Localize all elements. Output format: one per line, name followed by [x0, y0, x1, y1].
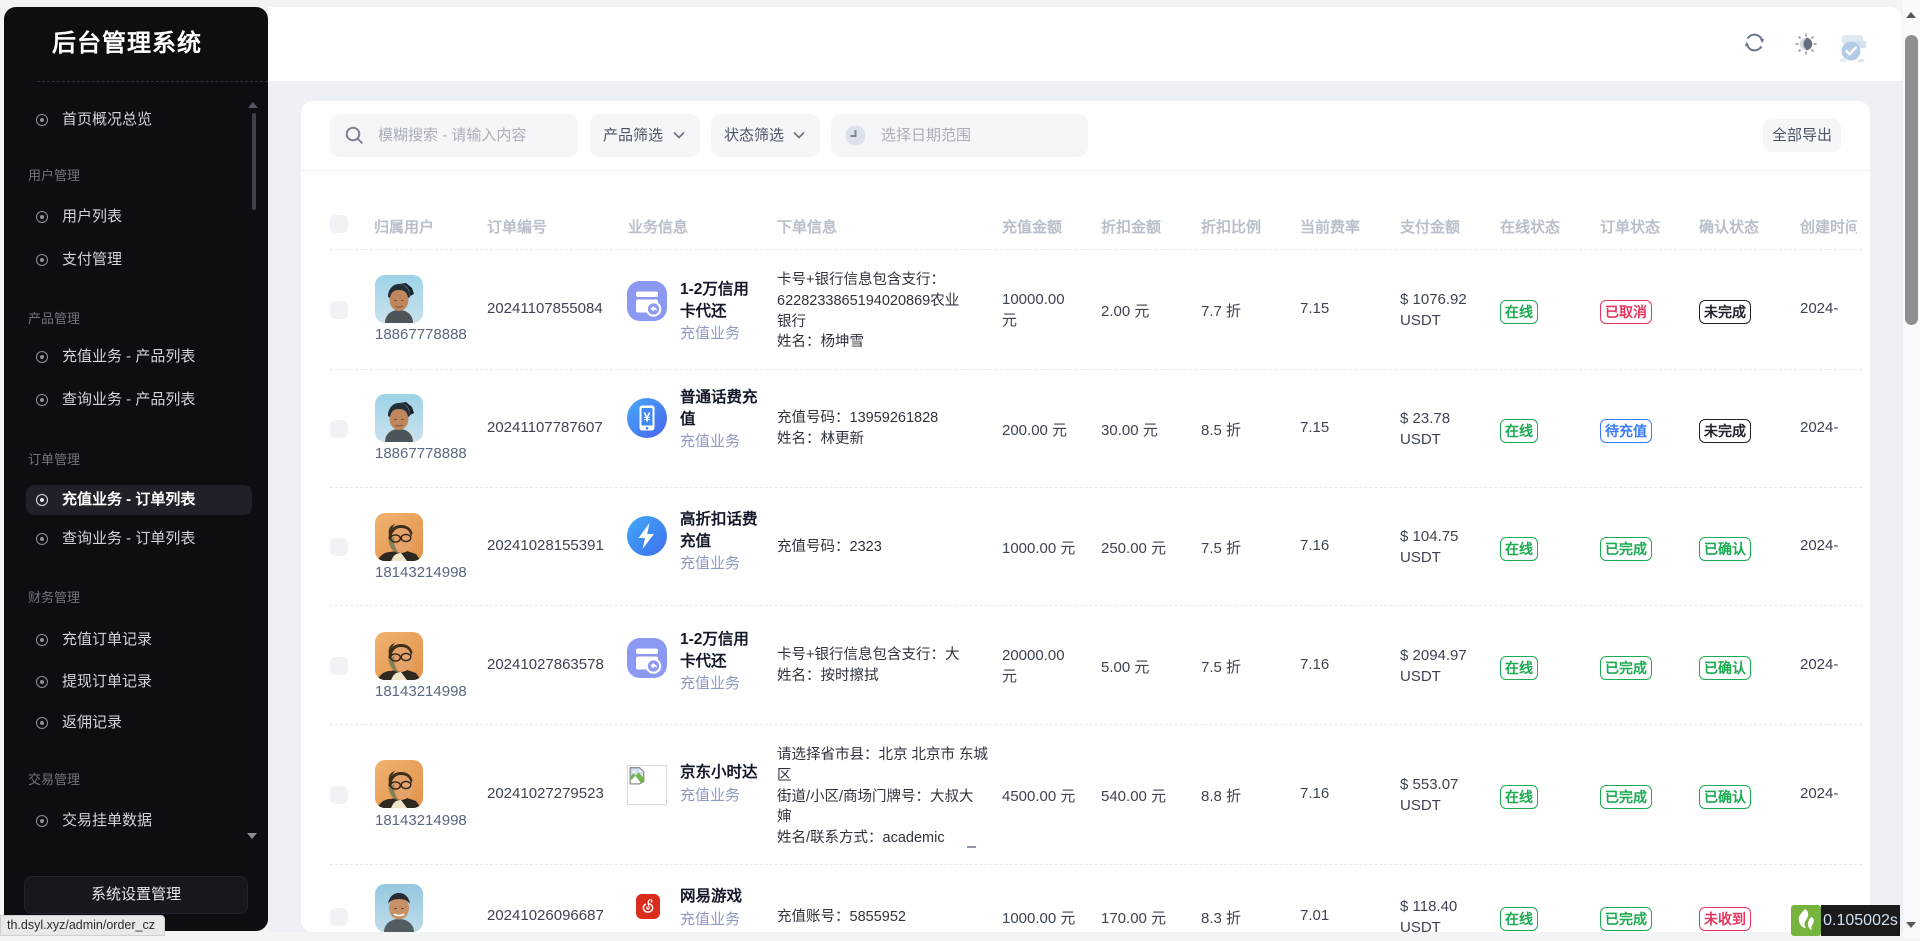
svg-text:¥: ¥	[643, 410, 651, 425]
